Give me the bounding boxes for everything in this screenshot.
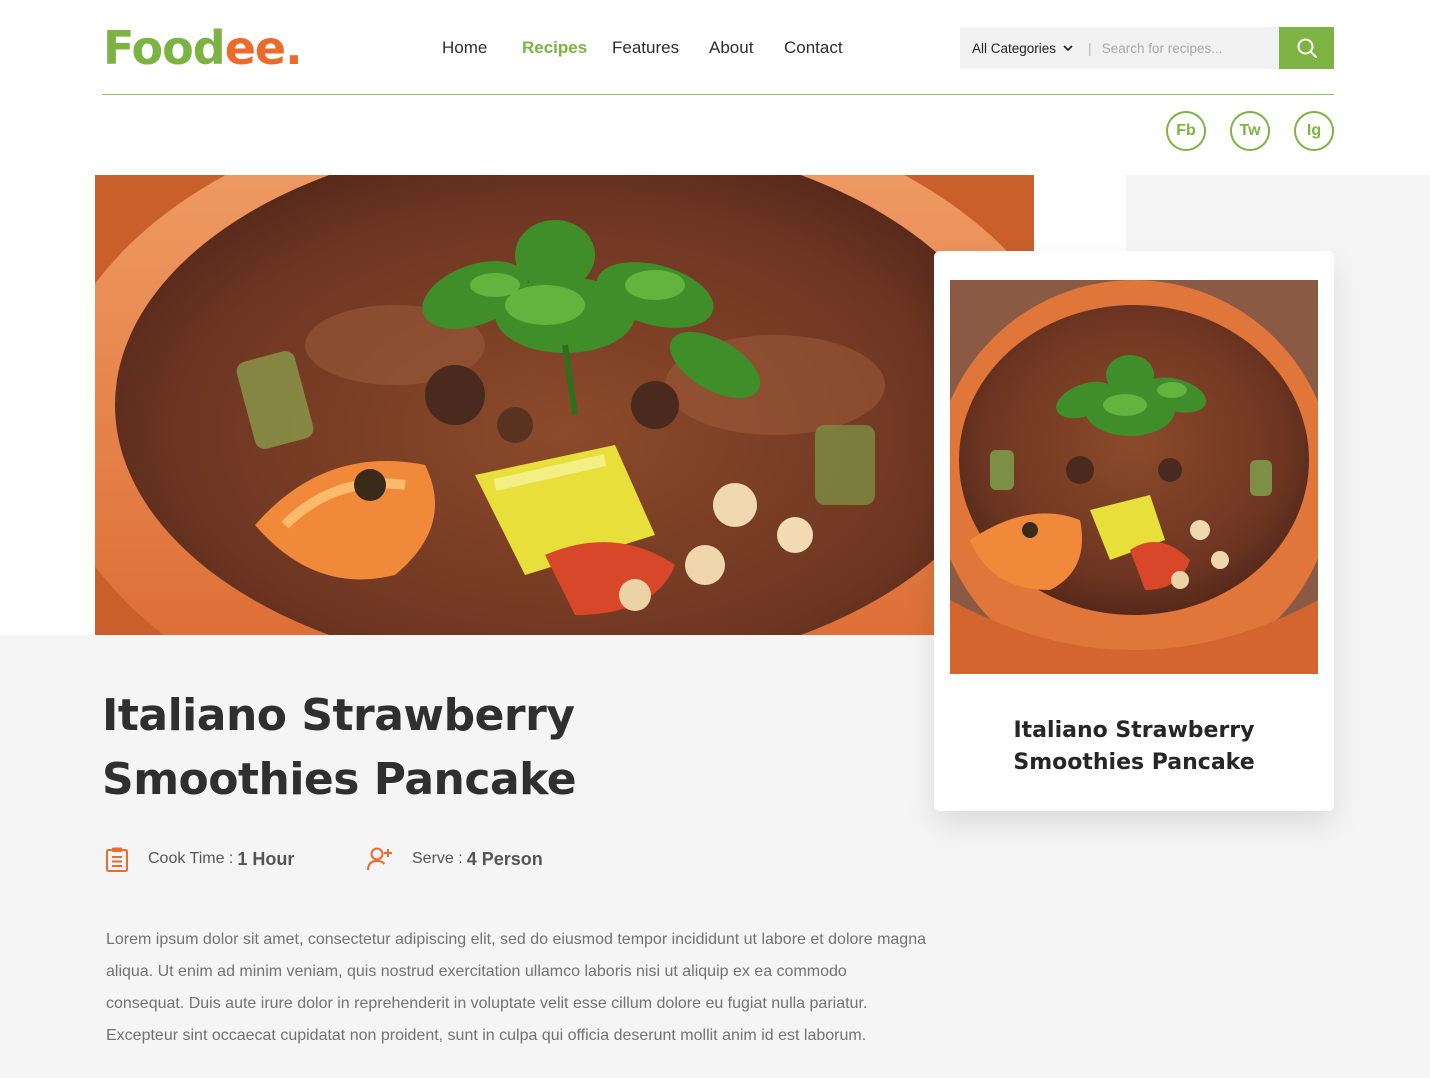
category-label: All Categories xyxy=(972,40,1057,56)
soup-bowl-thumbnail xyxy=(950,280,1318,674)
serve-label: Serve : xyxy=(412,850,463,867)
nav-about[interactable]: About xyxy=(709,36,753,60)
twitter-link[interactable]: Tw xyxy=(1230,111,1270,151)
search-input[interactable] xyxy=(1101,40,1262,56)
logo-text-green: Food xyxy=(103,21,226,75)
soup-bowl-image xyxy=(95,175,1034,635)
search-icon xyxy=(1297,38,1317,58)
recipe-description: Lorem ipsum dolor sit amet, consectetur … xyxy=(106,931,926,1044)
social-links: Fb Tw Ig xyxy=(1166,111,1334,151)
category-select[interactable]: All Categories xyxy=(960,41,1074,56)
logo-text-orange: ee. xyxy=(224,21,303,75)
nav-contact[interactable]: Contact xyxy=(784,36,843,60)
search-button[interactable] xyxy=(1279,27,1334,69)
recipe-title: Italiano Strawberry Smoothies Pancake xyxy=(102,690,577,805)
search-bar: All Categories | xyxy=(960,27,1334,69)
chevron-down-icon xyxy=(1063,45,1073,52)
user-plus-icon xyxy=(367,847,392,871)
nav-features[interactable]: Features xyxy=(612,36,679,60)
search-separator: | xyxy=(1088,40,1092,56)
card-title[interactable]: Italiano Strawberry Smoothies Pancake xyxy=(934,715,1334,779)
facebook-link[interactable]: Fb xyxy=(1166,111,1206,151)
cook-time: Cook Time : 1 Hour xyxy=(104,844,294,874)
card-image xyxy=(950,280,1318,674)
clipboard-icon xyxy=(106,847,128,872)
serve-value: 4 Person xyxy=(466,848,543,869)
serve-count: Serve : 4 Person xyxy=(366,844,543,874)
logo[interactable]: Foodee. xyxy=(103,20,303,76)
recipe-card[interactable]: Italiano Strawberry Smoothies Pancake xyxy=(934,251,1334,811)
hero-image xyxy=(95,175,1034,635)
nav-recipes[interactable]: Recipes xyxy=(522,36,587,60)
instagram-link[interactable]: Ig xyxy=(1294,111,1334,151)
cook-time-label: Cook Time : xyxy=(148,850,234,867)
nav-home[interactable]: Home xyxy=(442,36,487,60)
cook-time-value: 1 Hour xyxy=(237,848,295,869)
header-divider xyxy=(102,94,1334,95)
